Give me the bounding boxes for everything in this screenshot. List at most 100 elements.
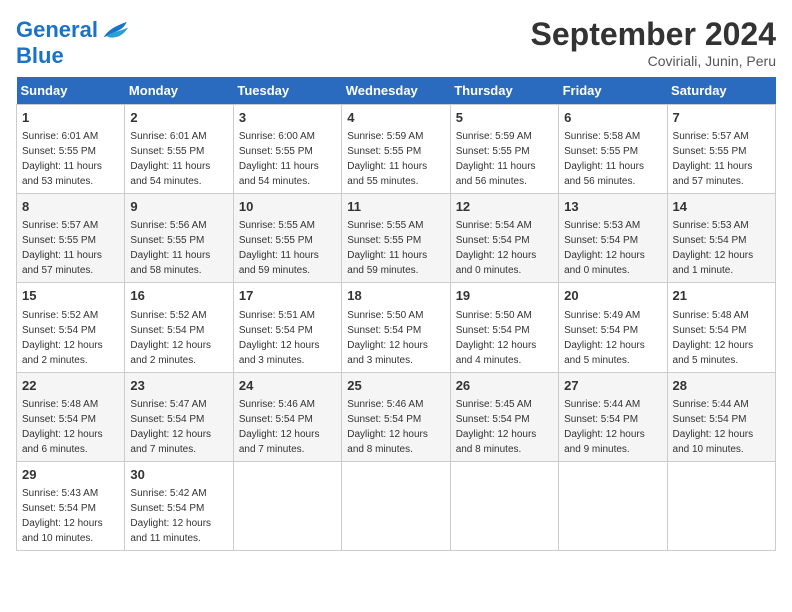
calendar-cell: 21 Sunrise: 5:48 AMSunset: 5:54 PMDayligh… — [667, 283, 775, 372]
calendar-cell: 16 Sunrise: 5:52 AMSunset: 5:54 PMDayligh… — [125, 283, 233, 372]
logo: General Blue — [16, 16, 128, 68]
day-number: 26 — [456, 377, 553, 395]
day-info: Sunrise: 6:01 AMSunset: 5:55 PMDaylight:… — [22, 131, 102, 187]
day-info: Sunrise: 5:56 AMSunset: 5:55 PMDaylight:… — [130, 220, 210, 276]
day-info: Sunrise: 5:55 AMSunset: 5:55 PMDaylight:… — [347, 220, 427, 276]
day-number: 29 — [22, 466, 119, 484]
calendar-cell: 10 Sunrise: 5:55 AMSunset: 5:55 PMDayligh… — [233, 194, 341, 283]
calendar-cell: 4 Sunrise: 5:59 AMSunset: 5:55 PMDaylight… — [342, 105, 450, 194]
calendar-cell — [667, 461, 775, 550]
day-number: 8 — [22, 198, 119, 216]
calendar-cell: 17 Sunrise: 5:51 AMSunset: 5:54 PMDayligh… — [233, 283, 341, 372]
day-info: Sunrise: 5:53 AMSunset: 5:54 PMDaylight:… — [564, 220, 645, 276]
calendar-cell: 2Sunrise: 6:01 AMSunset: 5:55 PMDaylight… — [125, 105, 233, 194]
day-number: 13 — [564, 198, 661, 216]
calendar-week-5: 29 Sunrise: 5:43 AMSunset: 5:54 PMDayligh… — [17, 461, 776, 550]
calendar-cell: 26 Sunrise: 5:45 AMSunset: 5:54 PMDayligh… — [450, 372, 558, 461]
month-title: September 2024 — [531, 16, 776, 53]
calendar-week-3: 15 Sunrise: 5:52 AMSunset: 5:54 PMDayligh… — [17, 283, 776, 372]
day-info: Sunrise: 5:49 AMSunset: 5:54 PMDaylight:… — [564, 310, 645, 366]
calendar-cell: 3 Sunrise: 6:00 AMSunset: 5:55 PMDaylight… — [233, 105, 341, 194]
calendar-cell — [233, 461, 341, 550]
calendar-cell: 23 Sunrise: 5:47 AMSunset: 5:54 PMDayligh… — [125, 372, 233, 461]
calendar-cell: 19 Sunrise: 5:50 AMSunset: 5:54 PMDayligh… — [450, 283, 558, 372]
weekday-header-monday: Monday — [125, 77, 233, 105]
day-number: 7 — [673, 109, 770, 127]
day-info: Sunrise: 5:53 AMSunset: 5:54 PMDaylight:… — [673, 220, 754, 276]
day-info: Sunrise: 5:58 AMSunset: 5:55 PMDaylight:… — [564, 131, 644, 187]
calendar-cell — [342, 461, 450, 550]
calendar-cell: 18Sunrise: 5:50 AMSunset: 5:54 PMDayligh… — [342, 283, 450, 372]
day-info: Sunrise: 5:59 AMSunset: 5:55 PMDaylight:… — [456, 131, 536, 187]
weekday-header-sunday: Sunday — [17, 77, 125, 105]
calendar-table: SundayMondayTuesdayWednesdayThursdayFrid… — [16, 77, 776, 551]
logo-bird-icon — [100, 16, 128, 44]
day-info: Sunrise: 5:43 AMSunset: 5:54 PMDaylight:… — [22, 488, 103, 544]
day-number: 12 — [456, 198, 553, 216]
day-info: Sunrise: 6:00 AMSunset: 5:55 PMDaylight:… — [239, 131, 319, 187]
weekday-header-tuesday: Tuesday — [233, 77, 341, 105]
day-info: Sunrise: 5:54 AMSunset: 5:54 PMDaylight:… — [456, 220, 537, 276]
day-info: Sunrise: 5:52 AMSunset: 5:54 PMDaylight:… — [130, 310, 211, 366]
day-number: 30 — [130, 466, 227, 484]
day-info: Sunrise: 5:55 AMSunset: 5:55 PMDaylight:… — [239, 220, 319, 276]
calendar-cell: 14 Sunrise: 5:53 AMSunset: 5:54 PMDayligh… — [667, 194, 775, 283]
day-number: 15 — [22, 287, 119, 305]
day-info: Sunrise: 5:44 AMSunset: 5:54 PMDaylight:… — [564, 399, 645, 455]
day-number: 5 — [456, 109, 553, 127]
day-number: 19 — [456, 287, 553, 305]
day-info: Sunrise: 5:46 AMSunset: 5:54 PMDaylight:… — [347, 399, 428, 455]
weekday-header-saturday: Saturday — [667, 77, 775, 105]
day-info: Sunrise: 5:50 AMSunset: 5:54 PMDaylight:… — [347, 310, 428, 366]
calendar-week-4: 22 Sunrise: 5:48 AMSunset: 5:54 PMDayligh… — [17, 372, 776, 461]
calendar-week-2: 8 Sunrise: 5:57 AMSunset: 5:55 PMDaylight… — [17, 194, 776, 283]
weekday-header-wednesday: Wednesday — [342, 77, 450, 105]
calendar-cell: 6 Sunrise: 5:58 AMSunset: 5:55 PMDaylight… — [559, 105, 667, 194]
weekday-header-thursday: Thursday — [450, 77, 558, 105]
day-number: 24 — [239, 377, 336, 395]
day-number: 4 — [347, 109, 444, 127]
calendar-cell: 8 Sunrise: 5:57 AMSunset: 5:55 PMDaylight… — [17, 194, 125, 283]
day-info: Sunrise: 5:48 AMSunset: 5:54 PMDaylight:… — [22, 399, 103, 455]
day-info: Sunrise: 5:57 AMSunset: 5:55 PMDaylight:… — [22, 220, 102, 276]
day-info: Sunrise: 5:47 AMSunset: 5:54 PMDaylight:… — [130, 399, 211, 455]
day-number: 21 — [673, 287, 770, 305]
day-number: 16 — [130, 287, 227, 305]
day-info: Sunrise: 5:42 AMSunset: 5:54 PMDaylight:… — [130, 488, 211, 544]
logo-text: General — [16, 18, 98, 42]
calendar-week-1: 1Sunrise: 6:01 AMSunset: 5:55 PMDaylight… — [17, 105, 776, 194]
calendar-cell: 25 Sunrise: 5:46 AMSunset: 5:54 PMDayligh… — [342, 372, 450, 461]
title-block: September 2024 Coviriali, Junin, Peru — [531, 16, 776, 69]
calendar-cell: 24Sunrise: 5:46 AMSunset: 5:54 PMDayligh… — [233, 372, 341, 461]
day-number: 22 — [22, 377, 119, 395]
calendar-cell: 1Sunrise: 6:01 AMSunset: 5:55 PMDaylight… — [17, 105, 125, 194]
day-info: Sunrise: 6:01 AMSunset: 5:55 PMDaylight:… — [130, 131, 210, 187]
calendar-cell: 15Sunrise: 5:52 AMSunset: 5:54 PMDayligh… — [17, 283, 125, 372]
page-header: General Blue September 2024 Coviriali, J… — [16, 16, 776, 69]
calendar-cell: 7Sunrise: 5:57 AMSunset: 5:55 PMDaylight… — [667, 105, 775, 194]
calendar-cell: 13 Sunrise: 5:53 AMSunset: 5:54 PMDayligh… — [559, 194, 667, 283]
calendar-cell — [450, 461, 558, 550]
calendar-cell: 12 Sunrise: 5:54 AMSunset: 5:54 PMDayligh… — [450, 194, 558, 283]
day-number: 25 — [347, 377, 444, 395]
location: Coviriali, Junin, Peru — [531, 53, 776, 69]
calendar-cell: 5 Sunrise: 5:59 AMSunset: 5:55 PMDaylight… — [450, 105, 558, 194]
calendar-cell: 22 Sunrise: 5:48 AMSunset: 5:54 PMDayligh… — [17, 372, 125, 461]
day-number: 14 — [673, 198, 770, 216]
day-info: Sunrise: 5:45 AMSunset: 5:54 PMDaylight:… — [456, 399, 537, 455]
calendar-cell: 28Sunrise: 5:44 AMSunset: 5:54 PMDayligh… — [667, 372, 775, 461]
day-info: Sunrise: 5:51 AMSunset: 5:54 PMDaylight:… — [239, 310, 320, 366]
logo-blue-text: Blue — [16, 44, 128, 68]
day-info: Sunrise: 5:48 AMSunset: 5:54 PMDaylight:… — [673, 310, 754, 366]
calendar-cell: 20Sunrise: 5:49 AMSunset: 5:54 PMDayligh… — [559, 283, 667, 372]
weekday-header-friday: Friday — [559, 77, 667, 105]
day-info: Sunrise: 5:50 AMSunset: 5:54 PMDaylight:… — [456, 310, 537, 366]
day-number: 17 — [239, 287, 336, 305]
day-number: 6 — [564, 109, 661, 127]
day-number: 9 — [130, 198, 227, 216]
calendar-cell: 9 Sunrise: 5:56 AMSunset: 5:55 PMDaylight… — [125, 194, 233, 283]
day-number: 10 — [239, 198, 336, 216]
day-number: 23 — [130, 377, 227, 395]
day-number: 3 — [239, 109, 336, 127]
day-info: Sunrise: 5:59 AMSunset: 5:55 PMDaylight:… — [347, 131, 427, 187]
